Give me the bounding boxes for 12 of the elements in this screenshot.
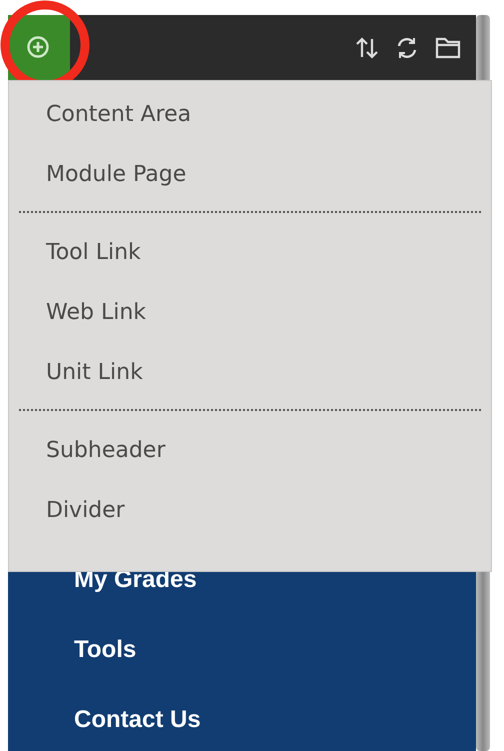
reorder-button[interactable] xyxy=(354,34,380,60)
menu-item[interactable]: Module Page xyxy=(9,145,491,205)
menu-item[interactable]: Content Area xyxy=(9,85,491,145)
up-down-arrows-icon xyxy=(354,34,380,60)
menu-item[interactable]: Tool Link xyxy=(9,223,491,283)
menu-item[interactable]: Subheader xyxy=(9,421,491,481)
add-icon xyxy=(26,35,50,59)
nav-link[interactable]: Contact Us xyxy=(74,701,476,739)
nav-link[interactable]: Tools xyxy=(74,631,476,669)
menu-item[interactable]: Divider xyxy=(9,481,491,541)
menu-item[interactable]: Web Link xyxy=(9,283,491,343)
menu-item[interactable]: Unit Link xyxy=(9,343,491,403)
